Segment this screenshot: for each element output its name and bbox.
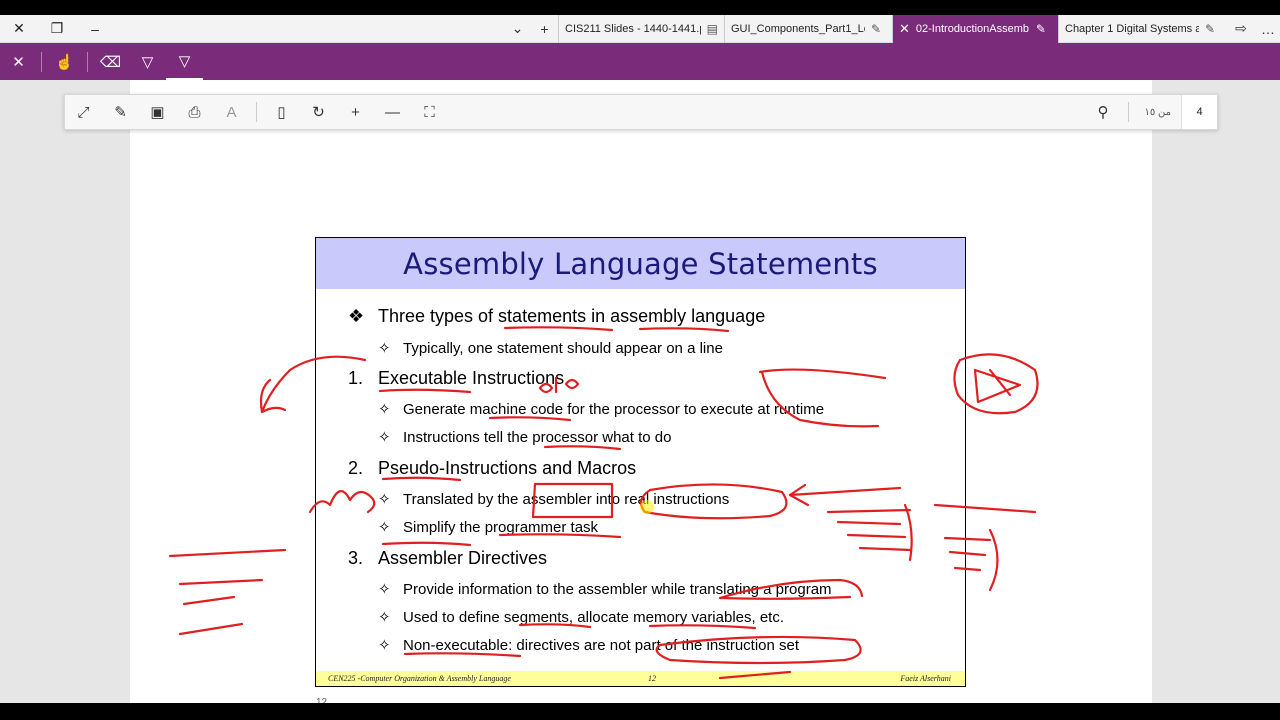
footer-course: CEN225 -Computer Organization & Assembly… <box>328 674 511 683</box>
close-icon: ✕ <box>12 53 25 71</box>
zoom-out-button[interactable]: — <box>374 95 411 129</box>
touch-writing-button[interactable]: ☝ <box>46 43 83 80</box>
pen-icon: ▽ <box>178 52 191 70</box>
pen-icon: ✎ <box>871 21 882 36</box>
eraser-icon: ⌫ <box>99 53 122 71</box>
save-icon: ▣ <box>150 104 165 121</box>
page-view-icon: ▯ <box>277 104 286 121</box>
close-ink-button[interactable]: ✕ <box>0 43 37 80</box>
tab-gui-components[interactable]: GUI_Components_Part1_Lec ✎ <box>724 14 892 43</box>
top-letterbox <box>0 0 1280 15</box>
list-item: ✧ Non-executable: directives are not part… <box>378 637 800 654</box>
draw-icon: ✎ <box>114 104 127 121</box>
slide-header: Assembly Language Statements <box>316 238 965 289</box>
tab-cis211-slides[interactable]: CIS211 Slides - 1440-1441.p ▤ <box>558 14 724 43</box>
page-view-button[interactable]: ▯ <box>263 95 300 129</box>
print-icon: ⎙ <box>188 103 201 121</box>
list-item: 3. Assembler Directives <box>348 548 548 568</box>
close-tab-icon[interactable]: ✕ <box>899 21 910 37</box>
list-item: 2. Pseudo-Instructions and Macros <box>348 458 637 478</box>
read-aloud-button[interactable]: A <box>213 95 250 129</box>
pen-icon: ✎ <box>1035 21 1046 36</box>
more-tabs-button[interactable]: … <box>1256 15 1280 43</box>
rotate-icon: ↻ <box>312 104 325 121</box>
eraser-button[interactable]: ⌫ <box>92 43 129 80</box>
tab-title: 02-IntroductionAssemb <box>915 22 1030 35</box>
new-tab-button[interactable]: + <box>531 15 558 43</box>
pdf-icon: ▤ <box>706 21 718 36</box>
expand-icon: ⤢ <box>77 103 90 121</box>
footer-author: Faeiz Alserhani <box>900 674 951 683</box>
search-button[interactable]: ⚲ <box>1085 95 1122 129</box>
tab-chapter1-digital[interactable]: Chapter 1 Digital Systems ar ✎ <box>1058 14 1226 43</box>
pdf-toolbar: ⤢ ✎ ▣ ⎙ A ▯ ↻ + — ⛶ ⚲ من ١٥ 4 <box>64 94 1218 130</box>
more-icon: … <box>1261 20 1275 37</box>
list-item: ✧ Used to define segments, allocate memor… <box>378 609 785 626</box>
rotate-button[interactable]: ↻ <box>300 95 337 129</box>
fit-page-button[interactable]: ⛶ <box>411 95 448 129</box>
save-button[interactable]: ▣ <box>139 95 176 129</box>
tab-bar: ✕ ❐ – ⌄ + CIS211 Slides - 1440-1441.p ▤ … <box>0 14 1280 43</box>
restore-icon: ❐ <box>50 20 64 36</box>
ink-note-button[interactable]: ✎ <box>102 95 139 129</box>
tab-introduction-assembly[interactable]: ✕ 02-IntroductionAssemb ✎ <box>892 14 1058 43</box>
tab-title: CIS211 Slides - 1440-1441.p <box>565 22 701 35</box>
slide-footer: CEN225 -Computer Organization & Assembly… <box>316 671 965 686</box>
chevron-down-icon: ⌄ <box>511 20 524 36</box>
list-item: ✧ Generate machine code for the processor… <box>378 401 825 418</box>
list-item: ✧ Typically, one statement should appear … <box>378 340 723 357</box>
minus-icon: — <box>385 103 400 121</box>
list-item: ✧ Simplify the programmer task <box>378 519 599 536</box>
read-aloud-icon: A <box>226 103 237 121</box>
fullscreen-button[interactable]: ⤢ <box>65 95 102 129</box>
divider <box>256 102 257 122</box>
search-icon: ⚲ <box>1097 104 1109 121</box>
divider <box>1127 102 1129 122</box>
bottom-letterbox <box>0 703 1280 720</box>
page-count-label: من ١٥ <box>1144 106 1172 118</box>
divider <box>41 51 42 72</box>
list-item: 1. Executable Instructions <box>348 368 565 388</box>
list-item: ❖ Three types of statements in assembly l… <box>348 306 766 326</box>
minimize-icon: – <box>91 20 99 37</box>
tab-title: Chapter 1 Digital Systems ar <box>1065 22 1199 35</box>
pen-icon: ✎ <box>1205 21 1216 36</box>
close-window-button[interactable]: ✕ <box>0 15 38 43</box>
plus-icon: + <box>351 103 360 121</box>
page-number-input[interactable]: 4 <box>1181 95 1217 129</box>
list-item: ✧ Translated by the assembler into real i… <box>378 491 730 508</box>
list-item: ✧ Instructions tell the processor what to… <box>378 429 672 446</box>
close-icon: ✕ <box>13 20 25 36</box>
restore-window-button[interactable]: ❐ <box>38 15 76 43</box>
slide: Assembly Language Statements ❖ Three type… <box>315 237 966 687</box>
cursor-highlight <box>640 500 654 514</box>
tab-list-button[interactable]: ⌄ <box>504 15 531 43</box>
divider <box>87 51 88 72</box>
minimize-window-button[interactable]: – <box>76 15 114 43</box>
highlighter-button[interactable]: ▽ <box>129 43 166 80</box>
plus-icon: + <box>540 20 549 37</box>
footer-slide-number: 12 <box>648 674 656 683</box>
tab-actions-button[interactable]: ⇨ <box>1226 15 1256 43</box>
zoom-in-button[interactable]: + <box>337 95 374 129</box>
print-button[interactable]: ⎙ <box>176 95 213 129</box>
tab-actions-icon: ⇨ <box>1235 20 1247 36</box>
ink-toolbar: ✕ ☝ ⌫ ▽ ▽ <box>0 43 1280 80</box>
highlighter-icon: ▽ <box>141 53 154 71</box>
tab-title: GUI_Components_Part1_Lec <box>731 22 865 35</box>
fit-icon: ⛶ <box>424 103 435 121</box>
slide-title: Assembly Language Statements <box>403 246 878 281</box>
touch-icon: ☝ <box>55 53 74 71</box>
pen-button[interactable]: ▽ <box>166 43 203 80</box>
list-item: ✧ Provide information to the assembler wh… <box>378 581 832 598</box>
